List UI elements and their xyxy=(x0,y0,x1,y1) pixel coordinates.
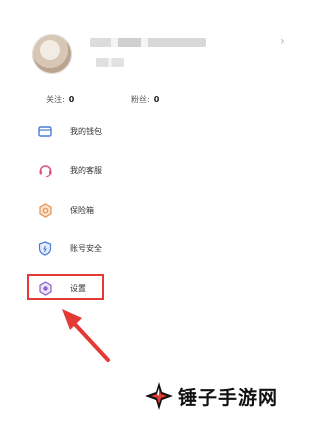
fans-stat[interactable]: 粉丝: 0 xyxy=(131,94,159,105)
follow-label: 关注: xyxy=(46,95,65,104)
wallet-icon xyxy=(36,122,54,140)
avatar[interactable] xyxy=(32,34,72,74)
menu-item-label: 账号安全 xyxy=(70,243,102,253)
menu-item-safe[interactable]: 保险箱 xyxy=(36,201,94,219)
safe-icon xyxy=(36,201,54,219)
profile-page: › 关注: 0 粉丝: 0 我的钱包 我的客服 保险箱 账号安全 设置 锤子手游… xyxy=(0,0,325,421)
menu-item-wallet[interactable]: 我的钱包 xyxy=(36,122,102,140)
watermark-logo-icon xyxy=(143,380,175,416)
chevron-right-icon[interactable]: › xyxy=(280,34,285,48)
user-id-blurred xyxy=(96,58,124,67)
headset-icon xyxy=(36,161,54,179)
follow-count: 0 xyxy=(68,95,75,104)
follow-stat[interactable]: 关注: 0 xyxy=(46,94,74,105)
annotation-highlight-box xyxy=(27,274,104,300)
menu-item-service[interactable]: 我的客服 xyxy=(36,161,102,179)
menu-item-label: 我的客服 xyxy=(70,165,102,175)
menu-item-account-security[interactable]: 账号安全 xyxy=(36,239,102,257)
username-blurred xyxy=(90,38,206,47)
fans-count: 0 xyxy=(153,95,160,104)
shield-icon xyxy=(36,239,54,257)
fans-label: 粉丝: xyxy=(131,95,150,104)
menu-item-label: 我的钱包 xyxy=(70,126,102,136)
menu-item-label: 保险箱 xyxy=(70,205,94,215)
watermark-brand-text: 锤子手游网 xyxy=(178,387,279,409)
